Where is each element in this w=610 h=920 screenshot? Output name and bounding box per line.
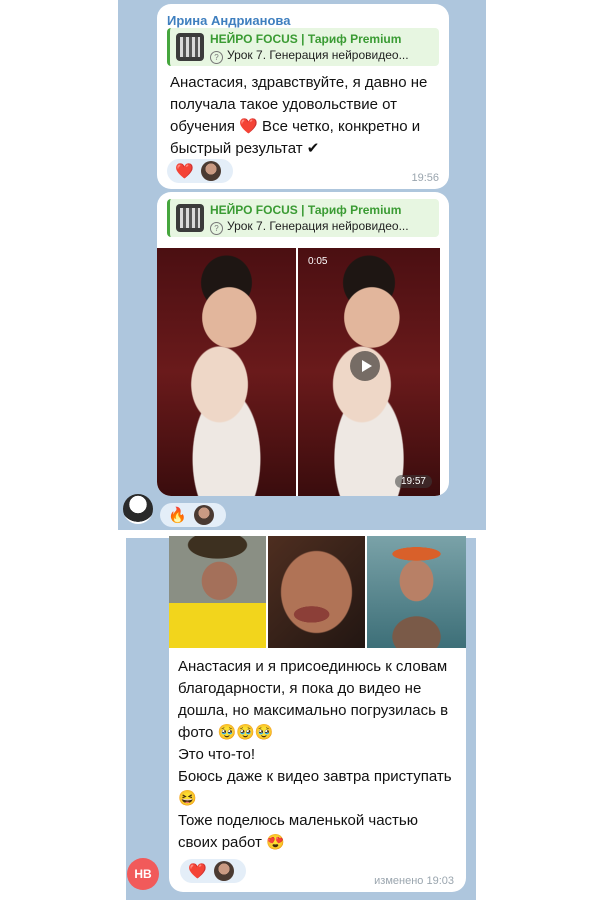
reaction-emoji: 🔥 — [168, 507, 187, 524]
sender-name[interactable]: Ирина Андрианова — [167, 13, 290, 28]
reaction-avatar — [201, 161, 221, 181]
message-bubble[interactable]: Анастасия и я присоединюсь к словам благ… — [169, 536, 466, 892]
play-icon[interactable] — [350, 351, 380, 381]
reactions[interactable]: ❤️ — [180, 859, 246, 883]
photo[interactable] — [367, 536, 466, 648]
reply-thumbnail — [176, 204, 204, 232]
reactions[interactable]: 🔥 — [160, 503, 226, 527]
video[interactable]: 0:05 19:57 — [298, 248, 440, 496]
lesson-icon: ? — [210, 222, 223, 235]
lesson-icon: ? — [210, 51, 223, 64]
reply-title: НЕЙРО FOCUS | Тариф Premium — [210, 203, 402, 217]
reactions[interactable]: ❤️ — [167, 159, 233, 183]
reaction-avatar — [194, 505, 214, 525]
photo[interactable] — [268, 536, 365, 648]
reaction-avatar — [214, 861, 234, 881]
reply-preview[interactable]: НЕЙРО FOCUS | Тариф Premium ? Урок 7. Ген… — [167, 28, 439, 66]
message-bubble[interactable]: НЕЙРО FOCUS | Тариф Premium ? Урок 7. Ген… — [157, 192, 449, 496]
avatar[interactable] — [123, 494, 153, 524]
message-bubble[interactable]: Ирина Андрианова НЕЙРО FOCUS | Тариф Pre… — [157, 4, 449, 189]
video-duration: 0:05 — [308, 256, 328, 267]
message-text: Анастасия и я присоединюсь к словам благ… — [178, 658, 452, 851]
reply-preview[interactable]: НЕЙРО FOCUS | Тариф Premium ? Урок 7. Ген… — [167, 199, 439, 237]
reaction-emoji: ❤️ — [175, 163, 194, 180]
reply-subtitle: ? Урок 7. Генерация нейровидео... — [210, 48, 409, 64]
message-text: Анастасия, здравствуйте, я давно не полу… — [170, 74, 428, 157]
message-time: 19:57 — [394, 475, 432, 488]
photo[interactable] — [169, 536, 266, 648]
avatar[interactable]: НВ — [127, 858, 159, 890]
reaction-emoji: ❤️ — [188, 863, 207, 880]
message-time: изменено 19:03 — [374, 875, 454, 887]
reply-subtitle: ? Урок 7. Генерация нейровидео... — [210, 219, 409, 235]
photo[interactable] — [157, 248, 296, 496]
reply-title: НЕЙРО FOCUS | Тариф Premium — [210, 32, 402, 46]
reply-thumbnail — [176, 33, 204, 61]
message-time: 19:56 — [411, 172, 439, 184]
